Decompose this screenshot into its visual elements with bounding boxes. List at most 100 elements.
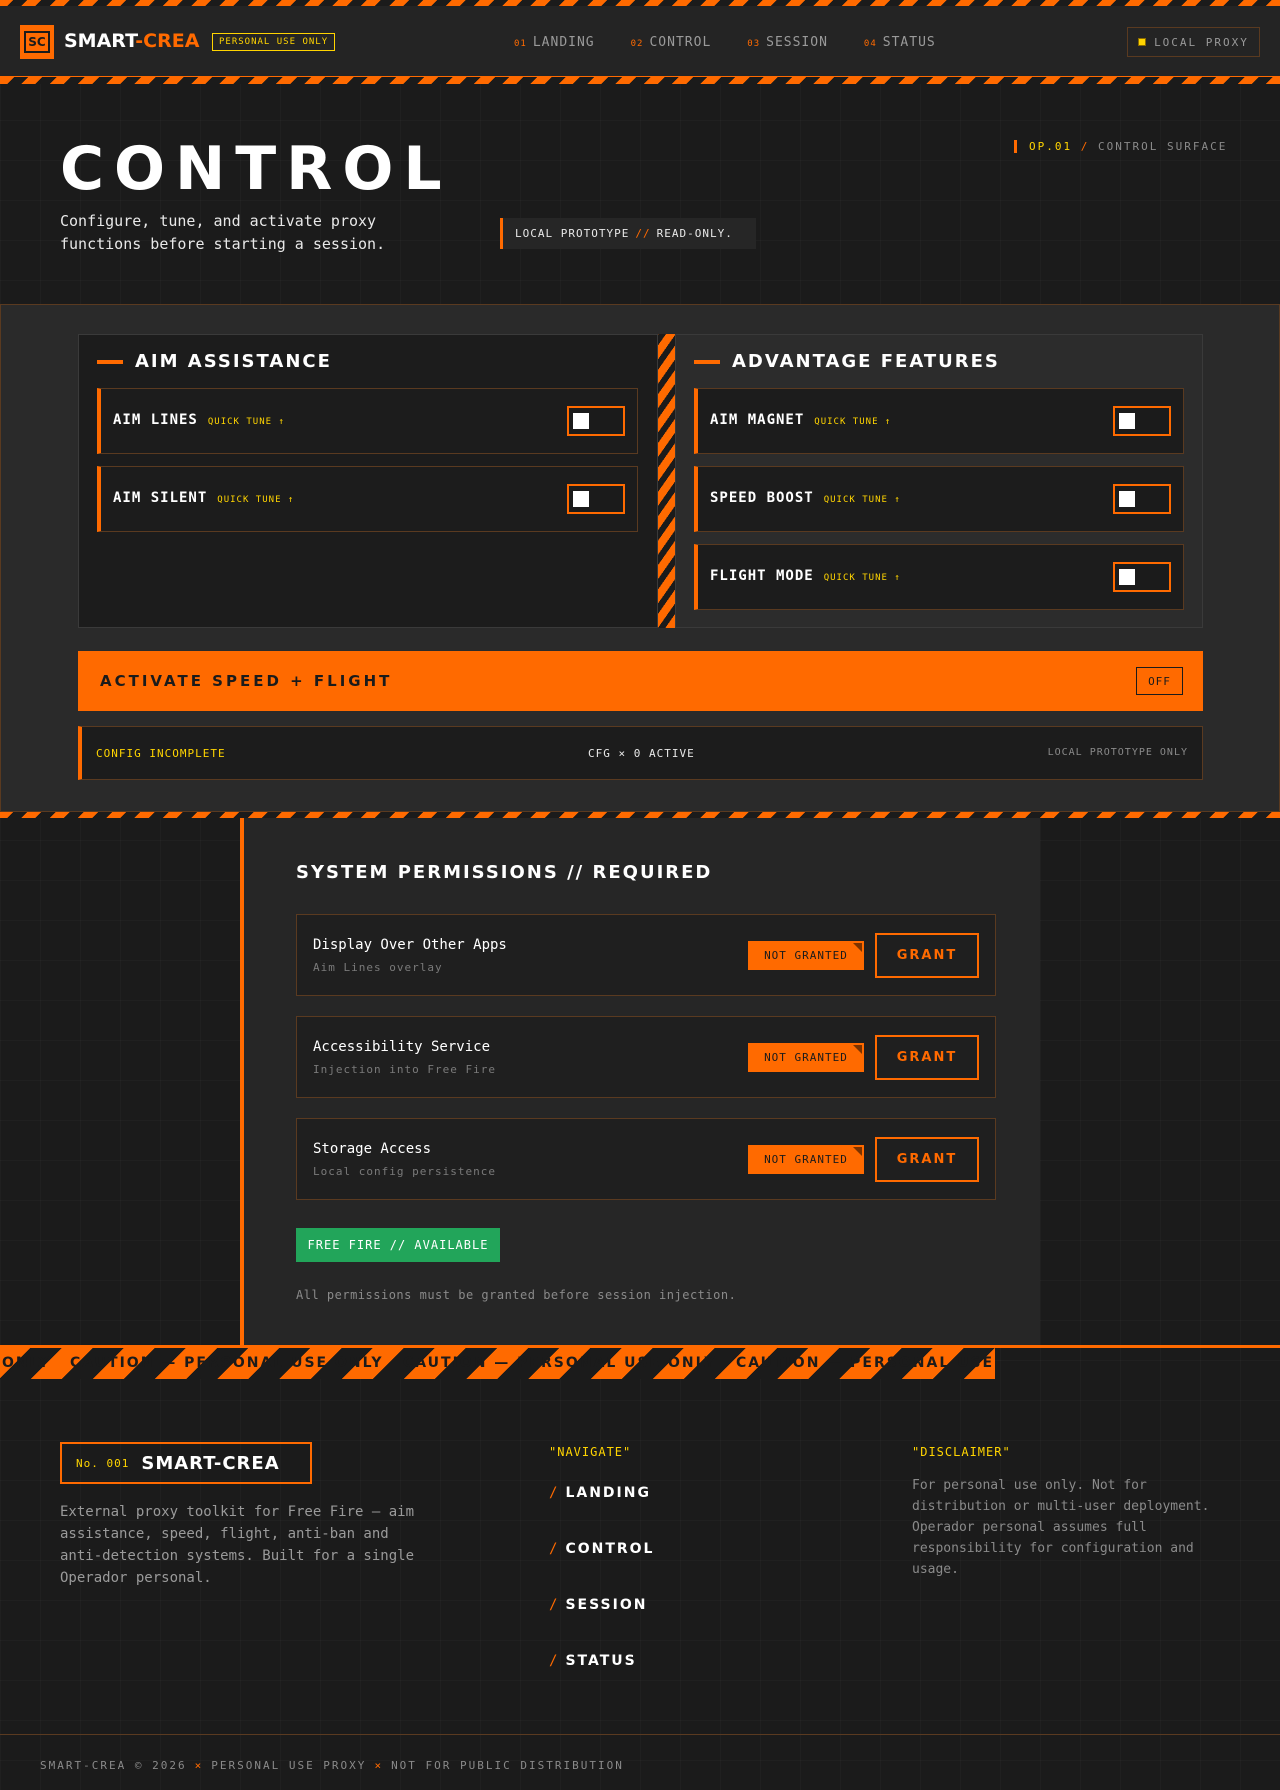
title-bar-icon <box>97 359 123 364</box>
section-title-text: AIM ASSISTANCE <box>135 351 332 372</box>
copyright-part: PERSONAL USE PROXY <box>211 1759 367 1772</box>
op-sep: / <box>1080 140 1090 153</box>
status-badge: NOT GRANTED <box>748 1145 864 1174</box>
nav-label: SESSION <box>766 35 828 50</box>
hazard-divider <box>658 334 675 628</box>
status-badge: NOT GRANTED <box>748 941 864 970</box>
aim-magnet-toggle[interactable] <box>1113 406 1171 436</box>
aim-assistance-panel: AIM ASSISTANCE AIM LINES QUICK TUNE ↑ AIM… <box>78 334 658 628</box>
logo-mark: SC <box>24 31 50 53</box>
permission-row: Accessibility Service Injection into Fre… <box>296 1016 996 1098</box>
nav-label: LANDING <box>532 35 595 50</box>
permission-name: Storage Access <box>313 1141 432 1157</box>
permission-name: Accessibility Service <box>313 1039 491 1055</box>
slash-icon: / <box>549 1653 560 1669</box>
app-header: SC SMART-CREA PERSONAL USE ONLY 01 LANDIN… <box>0 6 1280 76</box>
prototype-label: LOCAL PROTOTYPE ONLY <box>1047 747 1188 758</box>
copyright-text: SMART-CREA © 2026 × PERSONAL USE PROXY × NOT… <box>40 1759 624 1772</box>
footer-disclaimer: For personal use only. Not for distribut… <box>912 1478 1210 1577</box>
quick-tune-link[interactable]: QUICK TUNE ↑ <box>824 573 901 583</box>
feature-name: AIM MAGNET QUICK TUNE ↑ <box>710 412 891 428</box>
feature-flight-mode: FLIGHT MODE QUICK TUNE ↑ <box>694 544 1184 610</box>
status-badge: NOT GRANTED <box>748 1043 864 1072</box>
personal-use-badge: PERSONAL USE ONLY <box>212 33 336 51</box>
toggle-knob <box>573 491 589 507</box>
copyright-bar: SMART-CREA © 2026 × PERSONAL USE PROXY × NOT… <box>0 1734 1280 1790</box>
corner-fold-icon <box>853 943 862 952</box>
toggle-knob <box>1119 413 1135 429</box>
speed-boost-toggle[interactable] <box>1113 484 1171 514</box>
activate-speed-flight-button[interactable]: ACTIVATE SPEED + FLIGHT OFF <box>78 651 1203 711</box>
footer-link-session[interactable]: / SESSION <box>549 1597 654 1653</box>
nav-landing[interactable]: 01 LANDING <box>514 35 595 50</box>
main-nav: 01 LANDING 02 CONTROL 03 SESSION 04 STATUS <box>514 35 936 50</box>
grant-overlay-button[interactable]: GRANT <box>875 933 979 978</box>
local-proxy-button[interactable]: LOCAL PROXY <box>1127 27 1260 57</box>
slash-icon: / <box>549 1541 560 1557</box>
footer-link-label: LANDING <box>565 1485 651 1501</box>
feature-aim-lines: AIM LINES QUICK TUNE ↑ <box>97 388 638 454</box>
brand-name[interactable]: SMART-CREA <box>64 30 199 52</box>
slash-icon: / <box>549 1485 560 1501</box>
brand-accent: -CREA <box>135 30 200 52</box>
aim-lines-toggle[interactable] <box>567 406 625 436</box>
quick-tune-link[interactable]: QUICK TUNE ↑ <box>217 495 294 505</box>
footer-disclaimer-heading: "DISCLAIMER" <box>912 1445 1011 1459</box>
caution-text: CAUTION — PERSONAL USE ONLY <box>0 1355 51 1371</box>
badge-number: No. 001 <box>76 1456 130 1470</box>
toggle-knob <box>1119 569 1135 585</box>
nav-session[interactable]: 03 SESSION <box>747 35 828 50</box>
nav-num: 03 <box>747 39 761 49</box>
permission-row: Storage Access Local config persistence … <box>296 1118 996 1200</box>
permissions-panel: SYSTEM PERMISSIONS // REQUIRED Display O… <box>240 818 1040 1345</box>
toggle-knob <box>1119 491 1135 507</box>
feature-name: FLIGHT MODE QUICK TUNE ↑ <box>710 568 901 584</box>
aim-silent-toggle[interactable] <box>567 484 625 514</box>
permission-row: Display Over Other Apps Aim Lines overla… <box>296 914 996 996</box>
permissions-note: All permissions must be granted before s… <box>296 1288 737 1302</box>
op-text: CONTROL SURFACE <box>1098 140 1228 153</box>
permission-name: Display Over Other Apps <box>313 937 507 953</box>
footer-brand-badge: No. 001 SMART-CREA <box>60 1442 312 1484</box>
op-label: OP.01 / CONTROL SURFACE <box>1014 140 1227 153</box>
quick-tune-link[interactable]: QUICK TUNE ↑ <box>814 417 891 427</box>
nav-label: STATUS <box>882 35 936 50</box>
footer-link-landing[interactable]: / LANDING <box>549 1485 654 1541</box>
activate-state-badge: OFF <box>1136 667 1183 695</box>
separator-icon: × <box>374 1759 384 1772</box>
footer-description: External proxy toolkit for Free Fire — a… <box>60 1504 415 1586</box>
feature-label: SPEED BOOST <box>710 490 814 506</box>
status-text: NOT GRANTED <box>764 949 848 962</box>
caution-text: CAUTION — PERSONAL USE ONLY <box>403 1355 717 1371</box>
feature-label: AIM LINES <box>113 412 198 428</box>
header-hazard-stripe <box>0 76 1280 84</box>
permission-desc: Local config persistence <box>313 1165 496 1178</box>
proto-sep: // <box>635 227 651 240</box>
feature-name: AIM LINES QUICK TUNE ↑ <box>113 412 285 428</box>
feature-label: AIM MAGNET <box>710 412 805 428</box>
logo-icon[interactable]: SC <box>20 25 54 59</box>
status-text: NOT GRANTED <box>764 1051 848 1064</box>
quick-tune-link[interactable]: QUICK TUNE ↑ <box>824 495 901 505</box>
config-status: CONFIG INCOMPLETE <box>96 747 226 760</box>
permissions-section: SYSTEM PERMISSIONS // REQUIRED Display O… <box>0 818 1280 1345</box>
page-title: CONTROL <box>60 134 452 204</box>
nav-num: 02 <box>630 39 644 49</box>
footer-link-label: SESSION <box>565 1597 648 1613</box>
badge-name: SMART-CREA <box>141 1452 280 1474</box>
nav-control[interactable]: 02 CONTROL <box>631 35 712 50</box>
footer-nav-heading: "NAVIGATE" <box>549 1445 632 1459</box>
caution-text: CAUTION — PERSONAL USE ONLY <box>70 1355 384 1371</box>
quick-tune-link[interactable]: QUICK TUNE ↑ <box>208 417 285 427</box>
nav-status[interactable]: 04 STATUS <box>864 35 936 50</box>
feature-name: SPEED BOOST QUICK TUNE ↑ <box>710 490 901 506</box>
feature-label: AIM SILENT <box>113 490 208 506</box>
grant-accessibility-button[interactable]: GRANT <box>875 1035 979 1080</box>
config-status-bar: CONFIG INCOMPLETE CFG × 0 ACTIVE LOCAL P… <box>78 726 1203 780</box>
section-title-text: ADVANTAGE FEATURES <box>732 351 1000 372</box>
footer-link-status[interactable]: / STATUS <box>549 1653 654 1709</box>
grant-storage-button[interactable]: GRANT <box>875 1137 979 1182</box>
footer-link-control[interactable]: / CONTROL <box>549 1541 654 1597</box>
activate-label: ACTIVATE SPEED + FLIGHT <box>100 672 393 690</box>
flight-mode-toggle[interactable] <box>1113 562 1171 592</box>
